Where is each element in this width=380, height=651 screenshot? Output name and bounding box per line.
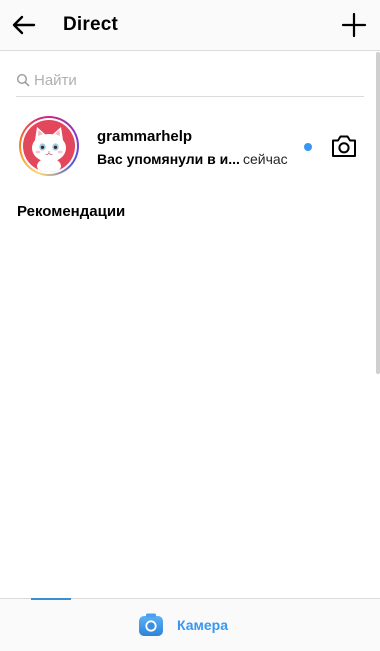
new-message-plus-icon[interactable] <box>340 11 368 39</box>
header: Direct <box>0 0 380 51</box>
unread-indicator <box>304 143 312 151</box>
page-title: Direct <box>63 14 119 35</box>
thread-list-item[interactable]: grammarhelp Вас упомянули в и... сейчас <box>0 110 380 184</box>
thread-timestamp: сейчас <box>243 151 288 167</box>
tab-indicator <box>31 598 71 600</box>
search-bar[interactable] <box>16 64 364 97</box>
camera-button-label: Камера <box>177 617 228 633</box>
back-arrow-icon[interactable] <box>10 11 38 39</box>
bottom-bar: Камера <box>0 598 380 651</box>
avatar <box>23 120 75 172</box>
avatar-story-ring[interactable] <box>19 116 79 176</box>
camera-icon <box>139 613 163 636</box>
scrollbar[interactable] <box>376 52 380 374</box>
recommendations-heading: Рекомендации <box>17 203 126 220</box>
search-input[interactable] <box>34 71 334 89</box>
white-cat-avatar-icon <box>32 127 66 172</box>
search-icon <box>16 73 30 87</box>
thread-username: grammarhelp <box>97 128 193 145</box>
camera-button[interactable]: Камера <box>138 612 228 638</box>
thread-last-message: Вас упомянули в и... <box>97 151 240 167</box>
camera-icon[interactable] <box>330 133 358 159</box>
